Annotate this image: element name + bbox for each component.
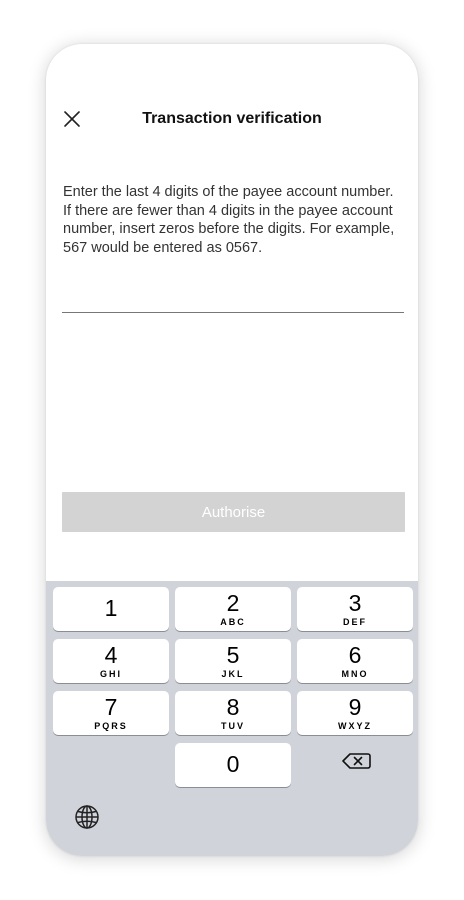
key-5[interactable]: 5 JKL [175, 639, 291, 683]
key-digit: 2 [226, 590, 240, 616]
key-9[interactable]: 9 WXYZ [297, 691, 413, 735]
key-6[interactable]: 6 MNO [297, 639, 413, 683]
key-digit: 7 [104, 694, 118, 720]
key-digit: 4 [104, 642, 118, 668]
key-letters: ABC [220, 617, 246, 627]
account-digits-input[interactable] [62, 288, 404, 313]
key-digit: 1 [104, 595, 118, 621]
key-1[interactable]: 1 [53, 587, 169, 631]
key-0[interactable]: 0 [175, 743, 291, 787]
page-title: Transaction verification [142, 110, 322, 127]
key-4[interactable]: 4 GHI [53, 639, 169, 683]
numeric-keypad: 1 2 ABC 3 DEF 4 GHI 5 JKL 6 MNO 7 PQRS 8… [46, 581, 418, 856]
authorise-button[interactable]: Authorise [62, 492, 405, 532]
key-letters: PQRS [94, 721, 128, 731]
key-8[interactable]: 8 TUV [175, 691, 291, 735]
key-letters: TUV [221, 721, 245, 731]
key-3[interactable]: 3 DEF [297, 587, 413, 631]
instructions-text: Enter the last 4 digits of the payee acc… [63, 184, 395, 256]
key-letters: DEF [343, 617, 367, 627]
key-letters: GHI [99, 669, 122, 679]
key-digit: 3 [348, 590, 362, 616]
key-digit: 0 [226, 751, 240, 777]
key-digit: 8 [226, 694, 240, 720]
key-7[interactable]: 7 PQRS [53, 691, 169, 735]
key-digit: 6 [348, 642, 362, 668]
backspace-icon[interactable] [340, 744, 374, 778]
globe-icon[interactable] [72, 802, 102, 832]
key-letters: WXYZ [338, 721, 372, 731]
key-letters: MNO [341, 669, 369, 679]
key-letters: JKL [221, 669, 245, 679]
key-digit: 9 [348, 694, 362, 720]
phone-screen: Transaction verification Enter the last … [46, 44, 418, 856]
key-2[interactable]: 2 ABC [175, 587, 291, 631]
key-digit: 5 [226, 642, 240, 668]
